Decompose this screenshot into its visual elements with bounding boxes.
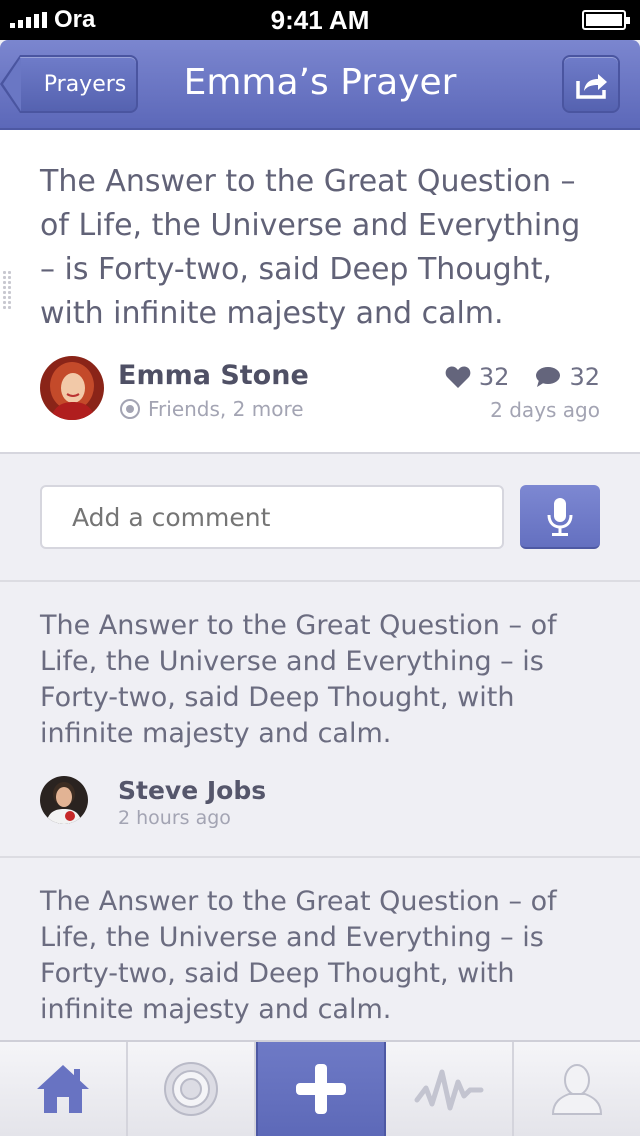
share-button[interactable] [562, 55, 620, 113]
navigation-bar: Prayers Emma’s Prayer [0, 40, 640, 130]
comment-item: The Answer to the Great Question – of Li… [0, 584, 640, 858]
microphone-button[interactable] [520, 485, 600, 549]
heart-icon[interactable] [445, 365, 471, 389]
status-time: 9:41 AM [270, 5, 370, 35]
comment-timestamp: 2 hours ago [118, 807, 231, 829]
comment-bar [0, 456, 640, 582]
home-icon [37, 1065, 89, 1113]
comment-text: The Answer to the Great Question – of Li… [40, 886, 557, 1025]
tab-add[interactable] [256, 1042, 386, 1136]
comment-author[interactable]: Steve Jobs [118, 776, 266, 805]
back-arrow-fill [3, 57, 21, 111]
tab-profile[interactable] [514, 1042, 640, 1136]
comment-item: The Answer to the Great Question – of Li… [0, 860, 640, 1040]
audience: Friends, 2 more [120, 397, 304, 421]
drag-handle[interactable] [2, 270, 12, 310]
comment-icon[interactable] [535, 366, 561, 388]
like-count: 32 [478, 363, 510, 391]
audience-label: Friends, 2 more [148, 397, 304, 421]
back-button[interactable]: Prayers [0, 55, 138, 113]
avatar[interactable] [40, 356, 104, 420]
author-name[interactable]: Emma Stone [118, 360, 309, 391]
tab-activity[interactable] [386, 1042, 514, 1136]
tab-bar [0, 1040, 640, 1136]
avatar-image [40, 356, 104, 420]
back-button-label: Prayers [43, 71, 127, 97]
tab-home[interactable] [0, 1042, 128, 1136]
post-timestamp: 2 days ago [490, 398, 600, 422]
prayer-card: The Answer to the Great Question – of Li… [0, 130, 640, 454]
tab-target[interactable] [128, 1042, 256, 1136]
avatar-image [40, 776, 88, 824]
post-stats: 32 32 [445, 363, 600, 391]
pulse-icon [414, 1069, 484, 1111]
plus-icon [296, 1064, 346, 1114]
avatar[interactable] [40, 776, 88, 824]
comment-text: The Answer to the Great Question – of Li… [40, 610, 557, 749]
target-icon [120, 399, 140, 419]
page-title: Emma’s Prayer [183, 62, 457, 103]
prayer-text: The Answer to the Great Question – of Li… [40, 164, 581, 331]
status-bar: Ora 9:41 AM [0, 0, 640, 40]
comment-count: 32 [569, 363, 600, 391]
comment-input[interactable] [40, 485, 504, 549]
share-icon [576, 74, 607, 99]
battery-icon [582, 10, 630, 30]
microphone-icon [547, 498, 573, 536]
person-icon [551, 1064, 603, 1115]
target-icon [164, 1062, 218, 1116]
